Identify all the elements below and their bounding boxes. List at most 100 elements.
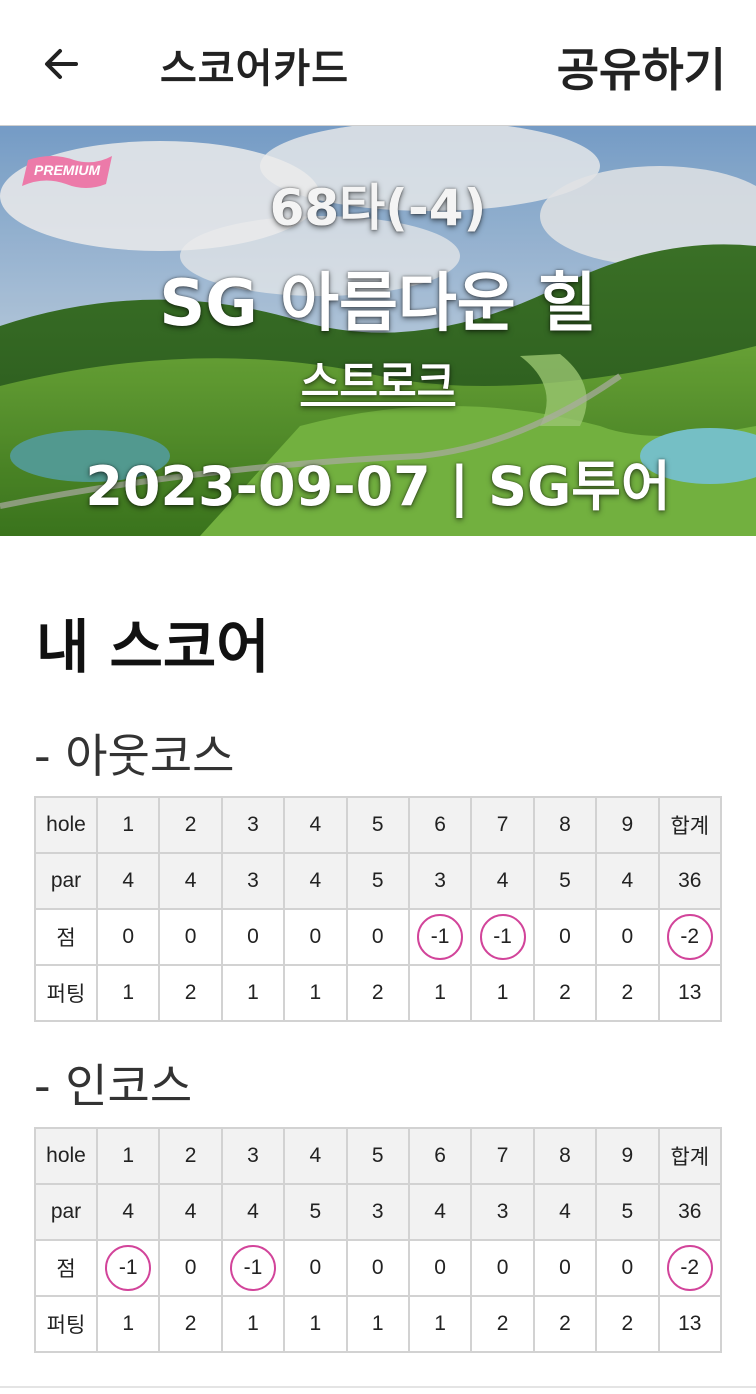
score-cell: 0: [532, 1239, 598, 1297]
my-score-title: 내 스코어: [36, 613, 270, 681]
score-cell: 0: [407, 1239, 473, 1297]
score-cell: 4: [95, 852, 161, 910]
score-cell: 0: [532, 908, 598, 966]
back-button[interactable]: [36, 38, 88, 90]
score-cell: 0: [345, 908, 410, 966]
score-cell: 3: [220, 796, 286, 854]
score-cell: 4: [595, 852, 660, 910]
score-cell: 4: [407, 1183, 473, 1241]
score-cell: -1: [470, 908, 535, 966]
score-cell: 2: [532, 1295, 598, 1353]
under-par-circle: -1: [479, 914, 526, 960]
score-cell: 6: [407, 796, 473, 854]
score-cell: 1: [95, 964, 161, 1022]
score-cell: 0: [220, 908, 286, 966]
score-cell: 4: [283, 796, 348, 854]
score-cell: 5: [283, 1183, 348, 1241]
score-cell: 2: [595, 964, 660, 1022]
score-cell: 합계: [657, 796, 723, 854]
score-cell: 2: [158, 1127, 223, 1185]
score-cell: 1: [220, 964, 286, 1022]
score-cell: 1: [470, 964, 535, 1022]
score-cell: 13: [657, 964, 723, 1022]
putting-row: 퍼팅 1 2 1 1 1 1 2 2 2 13: [34, 1295, 723, 1353]
game-type: 스트로크: [300, 357, 456, 406]
score-cell: 4: [532, 1183, 598, 1241]
score-cell: 9: [595, 1127, 660, 1185]
hole-row: hole 1 2 3 4 5 6 7 8 9 합계: [34, 1127, 723, 1185]
score-cell: -1: [220, 1239, 286, 1297]
share-button[interactable]: 공유하기: [557, 34, 726, 100]
score-cell: 0: [95, 908, 161, 966]
score-cell: 0: [345, 1239, 410, 1297]
score-cell: 0: [595, 1239, 660, 1297]
under-par-circle: -1: [417, 914, 464, 960]
score-cell: 1: [95, 796, 161, 854]
score-cell: -1: [407, 908, 473, 966]
score-cell: 1: [95, 1127, 161, 1185]
score-cell: 1: [407, 964, 473, 1022]
score-cell: 1: [407, 1295, 473, 1353]
score-cell: 5: [532, 852, 598, 910]
score-cell: 4: [158, 852, 223, 910]
score-cell: 3: [220, 1127, 286, 1185]
score-cell: 7: [470, 796, 535, 854]
score-cell: 7: [470, 1127, 535, 1185]
row-label-cell: hole: [34, 1127, 98, 1185]
score-cell: 4: [283, 852, 348, 910]
score-cell: 36: [657, 1183, 723, 1241]
course-banner: PREMIUM 68타(-4) SG 아름다운 힐 스트로크 2023-09-0…: [0, 126, 756, 536]
row-label-cell: 점: [34, 1239, 98, 1297]
under-par-circle: -1: [105, 1245, 152, 1291]
score-cell: 4: [158, 1183, 223, 1241]
score-cell: 0: [283, 1239, 348, 1297]
row-label-cell: 퍼팅: [34, 964, 98, 1022]
app-header: 스코어카드 공유하기: [0, 0, 756, 126]
score-cell: 1: [220, 1295, 286, 1353]
score-cell: 0: [158, 1239, 223, 1297]
row-label-cell: par: [34, 1183, 98, 1241]
score-cell: -2: [657, 908, 723, 966]
date-and-tour: 2023-09-07 | SG투어: [85, 455, 671, 518]
par-row: par 4 4 4 5 3 4 3 4 5 36: [34, 1183, 723, 1241]
score-cell: 0: [283, 908, 348, 966]
score-cell: 9: [595, 796, 660, 854]
row-label-cell: par: [34, 852, 98, 910]
score-row: 점 -1 0 -1 0 0 0 0 0 0 -2: [34, 1239, 723, 1297]
score-cell: 4: [220, 1183, 286, 1241]
total-score: 68타(-4): [269, 179, 487, 237]
score-cell: 1: [283, 1295, 348, 1353]
score-cell: 5: [345, 1127, 410, 1185]
score-cell: -2: [657, 1239, 723, 1297]
in-course-title: - 인코스: [34, 1059, 193, 1113]
under-par-circle: -2: [666, 914, 713, 960]
score-cell: 0: [470, 1239, 535, 1297]
score-cell: 합계: [657, 1127, 723, 1185]
row-label-cell: 점: [34, 908, 98, 966]
score-cell: 3: [470, 1183, 535, 1241]
score-cell: 2: [158, 796, 223, 854]
score-cell: 3: [345, 1183, 410, 1241]
page-title: 스코어카드: [160, 46, 349, 92]
score-cell: 1: [283, 964, 348, 1022]
score-cell: 36: [657, 852, 723, 910]
putting-row: 퍼팅 1 2 1 1 2 1 1 2 2 13: [34, 964, 723, 1022]
divider: [0, 1386, 756, 1388]
arrow-left-icon: [45, 49, 78, 79]
score-cell: 0: [158, 908, 223, 966]
hole-row: hole 1 2 3 4 5 6 7 8 9 합계: [34, 796, 723, 854]
score-cell: 5: [595, 1183, 660, 1241]
out-course-title: - 아웃코스: [34, 729, 235, 783]
row-label-cell: hole: [34, 796, 98, 854]
score-cell: 2: [158, 964, 223, 1022]
score-cell: 2: [595, 1295, 660, 1353]
score-row: 점 0 0 0 0 0 -1 -1 0 0 -2: [34, 908, 723, 966]
score-cell: 3: [220, 852, 286, 910]
in-course-table: hole 1 2 3 4 5 6 7 8 9 합계 par 4 4 4 5 3 4 3 4 5 36 점 -1 0 -1 0 0 0 0 0…: [34, 1127, 723, 1353]
score-cell: 4: [470, 852, 535, 910]
score-cell: 2: [470, 1295, 535, 1353]
score-cell: 2: [532, 964, 598, 1022]
score-cell: 4: [283, 1127, 348, 1185]
score-cell: 6: [407, 1127, 473, 1185]
score-cell: 5: [345, 852, 410, 910]
